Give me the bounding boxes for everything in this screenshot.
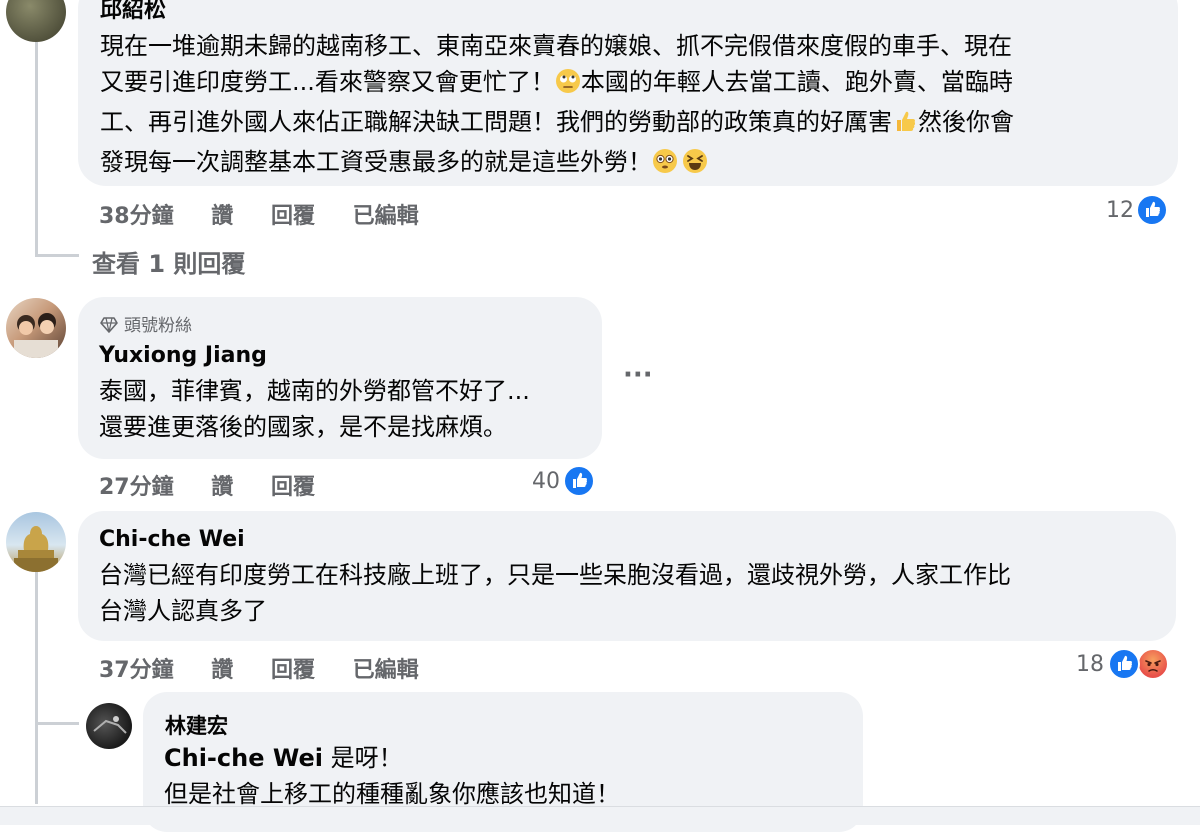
comment-text: 台灣已經有印度勞工在科技廠上班了，只是一些呆胞沒看過，還歧視外勞，人家工作比 台… xyxy=(99,561,1011,625)
diamond-icon xyxy=(100,316,118,339)
comment-author[interactable]: Yuxiong Jiang xyxy=(99,343,267,368)
reply-text: Chi-che Wei 是呀！ 但是社會上移工的種種亂象你應該也知道！ xyxy=(164,744,620,808)
like-link[interactable]: 讚 xyxy=(211,198,233,230)
flushed-emoji-icon xyxy=(652,148,678,184)
comment-text: 現在一堆逾期未歸的越南移工、東南亞來賣春的嬢娘、抓不完假借來度假的車手、現在 又… xyxy=(100,28,1014,184)
mention-link[interactable]: Chi-che Wei xyxy=(164,744,323,772)
comment-time[interactable]: 27分鐘 xyxy=(99,469,174,501)
reaction-count[interactable]: 12 xyxy=(1080,198,1134,223)
reaction-count[interactable]: 18 xyxy=(1050,652,1104,677)
thread-line xyxy=(35,572,38,804)
like-reaction-icon[interactable] xyxy=(1108,648,1140,680)
angry-reaction-icon[interactable] xyxy=(1137,648,1169,680)
edited-label[interactable]: 已編輯 xyxy=(353,198,419,230)
comment-author[interactable]: 邱紹松 xyxy=(100,0,166,24)
comment-actions: 37分鐘 讚 回覆 已編輯 xyxy=(99,652,419,684)
thumbs-up-emoji-icon xyxy=(892,108,918,144)
comment-time[interactable]: 38分鐘 xyxy=(99,198,174,230)
top-fan-badge[interactable]: 頭號粉絲 xyxy=(100,311,192,339)
avatar[interactable] xyxy=(86,703,132,749)
comment-actions: 38分鐘 讚 回覆 已編輯 xyxy=(99,198,419,230)
comment-author[interactable]: Chi-che Wei xyxy=(99,527,245,552)
laughing-emoji-icon xyxy=(682,148,708,184)
avatar[interactable] xyxy=(6,0,66,42)
reply-author[interactable]: 林建宏 xyxy=(165,710,228,740)
eye-roll-emoji-icon xyxy=(555,68,581,104)
bottom-divider xyxy=(0,806,1200,825)
like-link[interactable]: 讚 xyxy=(211,469,233,501)
like-link[interactable]: 讚 xyxy=(211,652,233,684)
thread-line-hook xyxy=(35,722,79,725)
like-reaction-icon[interactable] xyxy=(1136,194,1168,226)
avatar[interactable] xyxy=(6,298,66,358)
thread-line-hook xyxy=(35,254,79,257)
comment-text: 泰國，菲律賓，越南的外勞都管不好了... 還要進更落後的國家，是不是找麻煩。 xyxy=(99,377,530,441)
view-replies-link[interactable]: 查看 1 則回覆 xyxy=(92,244,245,279)
like-reaction-icon[interactable] xyxy=(563,465,595,497)
comment-time[interactable]: 37分鐘 xyxy=(99,652,174,684)
reaction-count[interactable]: 40 xyxy=(506,469,560,494)
comment-actions: 27分鐘 讚 回覆 xyxy=(99,469,315,501)
reply-link[interactable]: 回覆 xyxy=(271,198,315,230)
edited-label[interactable]: 已編輯 xyxy=(353,652,419,684)
more-options-button[interactable]: ··· xyxy=(623,360,653,390)
avatar[interactable] xyxy=(6,512,66,572)
reply-link[interactable]: 回覆 xyxy=(271,652,315,684)
reply-link[interactable]: 回覆 xyxy=(271,469,315,501)
thread-line xyxy=(35,42,38,257)
